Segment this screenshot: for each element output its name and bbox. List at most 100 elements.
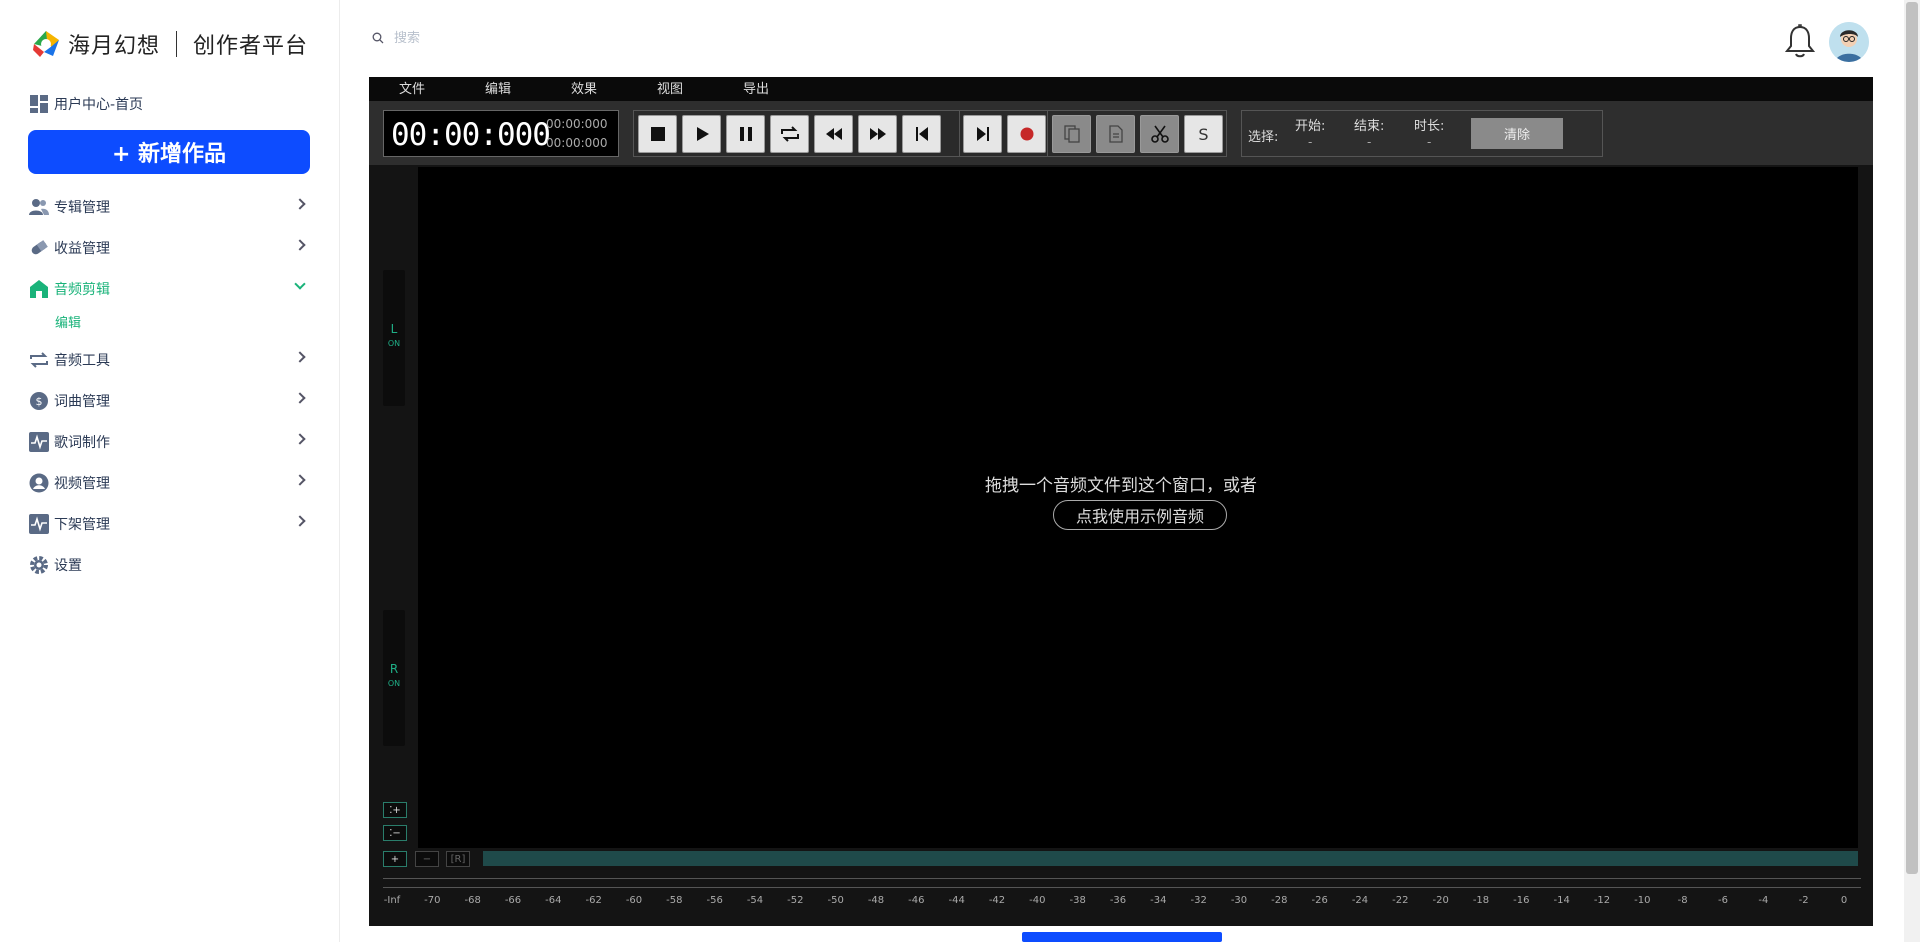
meter-tick-label: -24 <box>1351 895 1369 906</box>
clear-selection-button[interactable]: 清除 <box>1471 118 1563 149</box>
sidebar-item-label: 歌词制作 <box>54 434 110 451</box>
fast-forward-button[interactable] <box>858 115 897 153</box>
time-display: 00:00:000 00:00:000 00:00:000 <box>383 110 619 157</box>
sidebar-item-takedown[interactable]: 下架管理 <box>28 503 310 544</box>
loop-button[interactable] <box>770 115 809 153</box>
meter-tick-label: -58 <box>666 895 683 906</box>
sidebar-item-settings[interactable]: 设置 <box>28 544 310 585</box>
play-icon <box>696 127 709 141</box>
meter-tick-label: -18 <box>1472 895 1490 906</box>
meter-tick-label: -10 <box>1634 895 1651 906</box>
pill-icon <box>28 237 50 259</box>
zoom-in-horizontal-button[interactable]: + <box>383 851 407 867</box>
sidebar-item-album[interactable]: 专辑管理 <box>28 186 310 227</box>
user-circle-icon <box>28 472 50 494</box>
duration-label: 时长: <box>1414 119 1445 134</box>
paste-button[interactable] <box>1096 115 1135 153</box>
dashboard-icon <box>28 93 50 115</box>
chevron-right-icon <box>294 198 306 210</box>
start-value: - <box>1308 135 1313 149</box>
rewind-icon <box>825 128 842 140</box>
meter-tick-label: -54 <box>746 895 764 906</box>
time-main: 00:00:000 <box>391 117 551 153</box>
meter-tick-label: -6 <box>1718 895 1728 906</box>
search-input[interactable] <box>394 30 594 45</box>
brand-name: 海月幻想 <box>68 34 161 59</box>
meter-tick-label: -56 <box>706 895 723 906</box>
stop-icon <box>650 127 665 141</box>
sidebar-item-video[interactable]: 视频管理 <box>28 462 310 503</box>
sidebar-item-label: 音频工具 <box>54 352 110 369</box>
skip-start-icon <box>915 127 928 141</box>
sample-audio-button[interactable]: 点我使用示例音频 <box>1053 500 1227 530</box>
meter-tick-label: -48 <box>867 895 885 906</box>
channel-left[interactable]: L ON <box>383 270 405 406</box>
end-label: 结束: <box>1354 119 1385 134</box>
scrollbar-thumb[interactable] <box>1906 2 1918 874</box>
skip-end-icon <box>976 127 989 141</box>
gear-icon <box>28 554 50 576</box>
editor-menubar: 文件 编辑 效果 视图 导出 <box>369 77 1873 101</box>
sidebar-item-label: 音频剪辑 <box>54 281 110 298</box>
meter-tick-label: -2 <box>1798 895 1809 906</box>
paste-icon <box>1108 125 1123 143</box>
zoom-reset-button[interactable]: [R] <box>446 851 470 867</box>
repeat-icon <box>28 349 50 371</box>
new-work-button[interactable]: + 新增作品 <box>28 130 310 174</box>
search-icon <box>372 32 384 43</box>
menu-edit[interactable]: 编辑 <box>455 77 541 101</box>
record-button[interactable] <box>1007 115 1046 153</box>
sidebar-item-audio-tools[interactable]: 音频工具 <box>28 339 310 380</box>
sidebar-item-lyrics-make[interactable]: 歌词制作 <box>28 421 310 462</box>
drop-hint: 拖拽一个音频文件到这个窗口，或者 <box>985 476 1257 496</box>
silence-button[interactable]: S <box>1184 115 1223 153</box>
bell-icon[interactable] <box>1784 24 1816 60</box>
copy-button[interactable] <box>1052 115 1091 153</box>
zoom-in-vertical-button[interactable]: ⁚+ <box>383 802 407 818</box>
sidebar-home-link[interactable]: 用户中心-首页 <box>28 90 310 118</box>
zoom-out-horizontal-button[interactable]: − <box>415 851 439 867</box>
menu-export[interactable]: 导出 <box>713 77 799 101</box>
meter-tick-label: -14 <box>1553 895 1570 906</box>
meter-tick-label: -66 <box>504 895 522 906</box>
bottom-action-button[interactable] <box>1022 932 1222 942</box>
avatar[interactable] <box>1829 22 1869 62</box>
menu-effects[interactable]: 效果 <box>541 77 627 101</box>
meter-tick-label: -50 <box>827 895 844 906</box>
meter-tick-label: -46 <box>908 895 925 906</box>
menu-file[interactable]: 文件 <box>369 77 455 101</box>
svg-text:$: $ <box>36 395 43 408</box>
timeline-scrollbar[interactable] <box>483 851 1858 866</box>
rewind-button[interactable] <box>814 115 853 153</box>
meter-tick-label: -70 <box>424 895 441 906</box>
logo-divider <box>176 31 178 57</box>
sidebar-item-income[interactable]: 收益管理 <box>28 227 310 268</box>
chevron-right-icon <box>294 351 306 363</box>
channel-right[interactable]: R ON <box>383 610 405 746</box>
meter-tick-label: -Inf <box>383 895 401 906</box>
sidebar-item-audio-edit[interactable]: 音频剪辑 <box>28 268 310 309</box>
channel-left-label: L <box>390 322 398 336</box>
sidebar-menu: 用户中心-首页 + 新增作品 专辑管理 收益管理 音频剪辑 编辑 音频工具 $ … <box>28 90 310 585</box>
skip-end-button[interactable] <box>963 115 1002 153</box>
meter-tick-label: -68 <box>464 895 481 906</box>
scissors-icon <box>1150 125 1169 143</box>
sidebar-item-lyrics-music[interactable]: $ 词曲管理 <box>28 380 310 421</box>
time-sub-end: 00:00:000 <box>546 136 608 150</box>
chevron-right-icon <box>294 474 306 486</box>
page-scrollbar[interactable] <box>1904 0 1920 942</box>
end-value: - <box>1367 135 1372 149</box>
menu-view[interactable]: 视图 <box>627 77 713 101</box>
sidebar-subitem-edit[interactable]: 编辑 <box>28 309 310 339</box>
play-button[interactable] <box>682 115 721 153</box>
copy-icon <box>1063 125 1080 143</box>
pause-button[interactable] <box>726 115 765 153</box>
stop-button[interactable] <box>638 115 677 153</box>
dollar-icon: $ <box>28 390 50 412</box>
cut-button[interactable] <box>1140 115 1179 153</box>
meter-tick-label: -44 <box>948 895 965 906</box>
zoom-out-vertical-button[interactable]: ⁚− <box>383 825 407 841</box>
sidebar-home-label: 用户中心-首页 <box>54 97 144 113</box>
logo[interactable]: 海月幻想 创作者平台 <box>30 28 308 60</box>
skip-start-button[interactable] <box>902 115 941 153</box>
